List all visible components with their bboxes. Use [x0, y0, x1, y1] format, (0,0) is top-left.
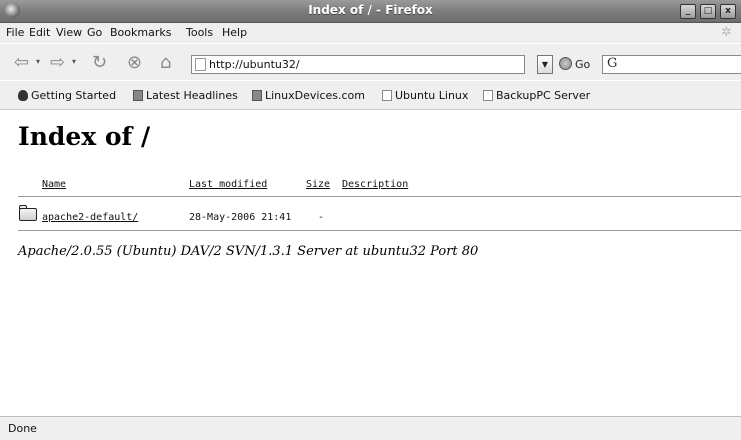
throbber-icon: ✲ — [721, 25, 732, 40]
forward-icon[interactable]: ⇨ — [50, 53, 65, 73]
maximize-button[interactable]: □ — [700, 4, 716, 19]
divider — [18, 196, 741, 197]
url-dropdown-button[interactable]: ▼ — [537, 55, 553, 74]
menu-bookmarks[interactable]: Bookmarks — [110, 26, 171, 39]
divider — [18, 230, 741, 231]
home-icon[interactable]: ⌂ — [160, 53, 171, 73]
stop-icon[interactable]: ⊗ — [127, 53, 142, 73]
status-text: Done — [8, 422, 37, 435]
folder-icon — [19, 208, 37, 221]
page-icon — [382, 90, 392, 101]
column-header-name[interactable]: Name — [42, 179, 66, 190]
bookmarks-toolbar: Getting Started Latest Headlines LinuxDe… — [0, 81, 741, 110]
reload-icon[interactable]: ↻ — [92, 53, 107, 73]
page-content: Index of / Name Last modified Size Descr… — [0, 110, 741, 415]
search-box[interactable]: G — [602, 55, 741, 74]
bookmark-label: Getting Started — [31, 89, 117, 102]
server-signature: Apache/2.0.55 (Ubuntu) DAV/2 SVN/1.3.1 S… — [18, 244, 479, 259]
close-button[interactable]: x — [720, 4, 736, 19]
bookmark-ubuntu-linux[interactable]: Ubuntu Linux — [382, 89, 468, 102]
menu-tools[interactable]: Tools — [186, 26, 213, 39]
bookmark-getting-started[interactable]: Getting Started — [18, 89, 116, 102]
feed-icon — [252, 90, 262, 101]
page-icon — [483, 90, 493, 101]
minimize-button[interactable]: _ — [680, 4, 696, 19]
back-icon[interactable]: ⇦ — [14, 53, 29, 73]
status-bar: Done — [0, 416, 741, 440]
bookmark-label: LinuxDevices.com — [265, 89, 365, 102]
size-value: - — [318, 212, 325, 223]
page-title: Index of / — [18, 122, 151, 151]
page-icon — [195, 58, 206, 71]
column-header-description[interactable]: Description — [342, 179, 408, 190]
menu-bar: File Edit View Go Bookmarks Tools Help ✲ — [0, 23, 741, 43]
forward-dropdown-icon[interactable]: ▾ — [72, 57, 76, 66]
column-header-last-modified[interactable]: Last modified — [189, 179, 267, 190]
title-bar: Index of / - Firefox _ □ x — [0, 0, 741, 23]
bookmark-latest-headlines[interactable]: Latest Headlines — [133, 89, 238, 102]
menu-help[interactable]: Help — [222, 26, 247, 39]
menu-go[interactable]: Go — [87, 26, 102, 39]
bookmark-linuxdevices[interactable]: LinuxDevices.com — [252, 89, 365, 102]
url-bar[interactable]: http://ubuntu32/ — [191, 55, 525, 74]
feed-icon — [133, 90, 143, 101]
bookmark-label: BackupPC Server — [496, 89, 591, 102]
search-engine-icon[interactable]: G — [607, 56, 617, 71]
last-modified-value: 28-May-2006 21:41 — [189, 212, 292, 223]
menu-file[interactable]: File — [6, 26, 24, 39]
go-button[interactable]: Go — [559, 57, 590, 71]
bookmark-label: Latest Headlines — [146, 89, 238, 102]
bookmark-backuppc-server[interactable]: BackupPC Server — [483, 89, 590, 102]
menu-view[interactable]: View — [56, 26, 82, 39]
column-header-size[interactable]: Size — [306, 179, 330, 190]
getting-started-icon — [18, 90, 28, 101]
window-title: Index of / - Firefox — [308, 3, 433, 17]
go-label: Go — [575, 58, 591, 71]
go-icon — [559, 57, 572, 70]
menu-edit[interactable]: Edit — [29, 26, 50, 39]
back-dropdown-icon[interactable]: ▾ — [36, 57, 40, 66]
directory-link[interactable]: apache2-default/ — [42, 212, 138, 223]
url-text[interactable]: http://ubuntu32/ — [209, 58, 300, 71]
bookmark-label: Ubuntu Linux — [395, 89, 469, 102]
